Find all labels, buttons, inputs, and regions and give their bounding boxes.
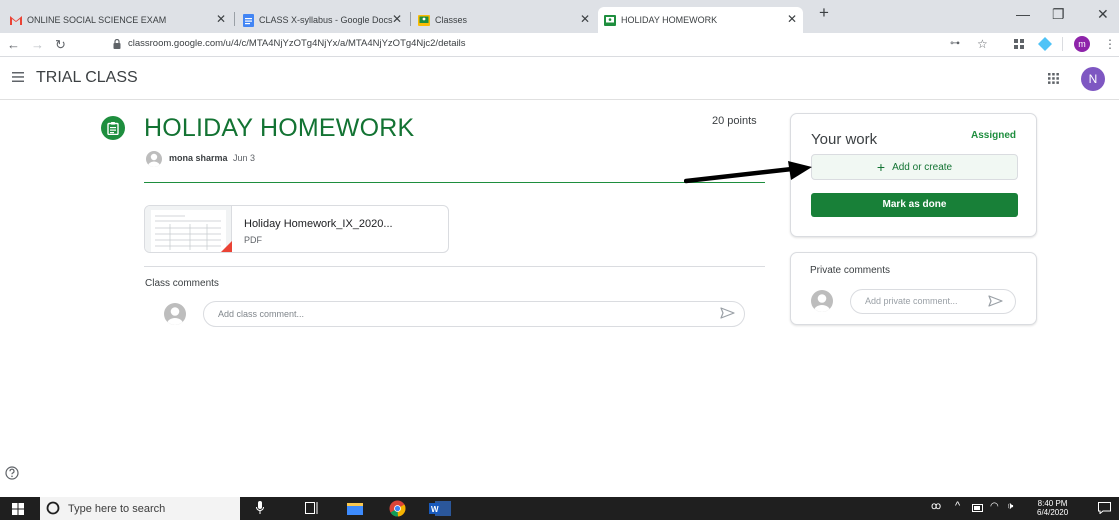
close-icon[interactable]: ✕ <box>216 13 226 25</box>
extension-icon[interactable] <box>1014 39 1024 49</box>
close-icon[interactable]: ✕ <box>392 13 402 25</box>
notification-icon[interactable] <box>1098 502 1111 514</box>
add-or-create-button[interactable]: + Add or create <box>811 154 1018 180</box>
class-name[interactable]: TRIAL CLASS <box>36 69 138 87</box>
docs-icon <box>242 13 254 27</box>
clock-time: 8:40 PM <box>1037 499 1068 508</box>
your-work-card: Your work Assigned + Add or create Mark … <box>790 113 1037 237</box>
tab-title: CLASS X-syllabus - Google Docs <box>259 15 393 25</box>
address-bar[interactable]: classroom.google.com/u/4/c/MTA4NjYzOTg4N… <box>128 38 466 49</box>
assignment-icon <box>101 116 125 140</box>
toolbar-divider <box>1062 37 1063 51</box>
tab-title: Classes <box>435 15 468 25</box>
minimize-button[interactable]: — <box>1016 6 1030 22</box>
profile-avatar[interactable]: m <box>1074 36 1090 52</box>
tab-divider <box>234 12 235 26</box>
status-badge: Assigned <box>970 130 1016 141</box>
attachment-card[interactable]: Holiday Homework_IX_2020... PDF <box>144 205 449 253</box>
class-comment-input[interactable]: Add class comment... <box>203 301 745 327</box>
annotation-arrow <box>684 160 814 184</box>
hamburger-menu-icon[interactable] <box>12 72 24 82</box>
add-or-create-label: Add or create <box>892 161 953 173</box>
star-icon[interactable]: ☆ <box>977 37 988 51</box>
author-name: mona sharma <box>169 153 228 163</box>
assignment-title: HOLIDAY HOMEWORK <box>144 114 415 142</box>
post-date: Jun 3 <box>233 153 256 163</box>
attachment-thumbnail <box>145 206 232 252</box>
private-comments-card: Private comments Add private comment... <box>790 252 1037 325</box>
chrome-icon[interactable] <box>389 500 406 517</box>
tab-title: HOLIDAY HOMEWORK <box>621 15 718 25</box>
windows-start-icon[interactable] <box>12 503 24 515</box>
browser-menu-icon[interactable]: ⋮ <box>1104 37 1116 51</box>
classroom-icon <box>418 14 430 26</box>
clock-date: 6/4/2020 <box>1037 508 1069 517</box>
gmail-icon <box>10 14 22 26</box>
chevron-up-icon[interactable]: ^ <box>955 500 960 512</box>
task-view-icon[interactable] <box>305 502 319 514</box>
classroom-icon <box>604 14 616 26</box>
people-icon[interactable]: ꝏ <box>931 501 941 512</box>
your-work-title: Your work <box>811 131 878 148</box>
send-icon[interactable] <box>988 295 1003 307</box>
cortana-circle-icon <box>45 500 61 516</box>
class-comments-label: Class comments <box>145 278 219 289</box>
microphone-icon[interactable] <box>256 501 264 514</box>
forward-button[interactable]: → <box>31 37 44 52</box>
taskbar-search[interactable]: Type here to search <box>40 497 240 520</box>
taskbar-search-placeholder: Type here to search <box>68 503 166 515</box>
close-icon[interactable]: ✕ <box>787 13 797 25</box>
tab-gmail[interactable]: ONLINE SOCIAL SCIENCE EXAM ✕ <box>4 7 232 33</box>
user-avatar <box>811 290 833 312</box>
section-divider <box>144 266 765 267</box>
word-icon[interactable]: W <box>429 500 451 517</box>
tab-holiday-homework[interactable]: HOLIDAY HOMEWORK ✕ <box>598 7 803 33</box>
plus-icon: + <box>876 159 886 175</box>
key-icon[interactable]: ⊶ <box>950 38 960 49</box>
tab-classes[interactable]: Classes ✕ <box>412 7 596 33</box>
windows-taskbar: Type here to search W ꝏ ^ ◠ 🕩 8:40 PM 6/… <box>0 497 1119 520</box>
author-avatar <box>146 151 162 167</box>
file-explorer-icon[interactable] <box>347 502 363 515</box>
attachment-type: PDF <box>244 235 262 245</box>
wifi-icon[interactable]: ◠ <box>990 501 999 512</box>
svg-text:W: W <box>431 505 439 514</box>
user-avatar <box>164 303 186 325</box>
lock-icon <box>113 39 121 49</box>
tab-divider <box>410 12 411 26</box>
close-icon[interactable]: ✕ <box>580 13 590 25</box>
back-button[interactable]: ← <box>7 37 20 52</box>
battery-icon[interactable] <box>972 504 984 512</box>
header-divider <box>144 182 765 183</box>
help-icon[interactable] <box>5 466 19 480</box>
account-avatar[interactable]: N <box>1081 67 1105 91</box>
restore-button[interactable]: ❐ <box>1052 6 1065 23</box>
tab-title: ONLINE SOCIAL SCIENCE EXAM <box>27 15 167 25</box>
classroom-header: TRIAL CLASS N <box>0 58 1119 100</box>
window-close-button[interactable]: ✕ <box>1097 6 1109 23</box>
tab-docs[interactable]: CLASS X-syllabus - Google Docs ✕ <box>236 7 408 33</box>
apps-grid-icon[interactable] <box>1048 73 1059 84</box>
new-tab-button[interactable]: + <box>819 3 829 23</box>
assignment-points: 20 points <box>712 115 757 127</box>
send-icon[interactable] <box>720 307 735 319</box>
mark-as-done-button[interactable]: Mark as done <box>811 193 1018 217</box>
browser-tab-bar: ONLINE SOCIAL SCIENCE EXAM ✕ CLASS X-syl… <box>0 0 1119 33</box>
volume-icon[interactable]: 🕩 <box>1007 501 1013 512</box>
private-comments-label: Private comments <box>810 265 891 276</box>
extension-diamond-icon[interactable] <box>1038 37 1052 51</box>
reload-button[interactable]: ↻ <box>55 37 66 53</box>
attachment-name: Holiday Homework_IX_2020... <box>244 218 393 230</box>
browser-toolbar: ← → ↻ classroom.google.com/u/4/c/MTA4NjY… <box>0 33 1119 57</box>
taskbar-clock[interactable]: 8:40 PM 6/4/2020 <box>1037 499 1068 517</box>
